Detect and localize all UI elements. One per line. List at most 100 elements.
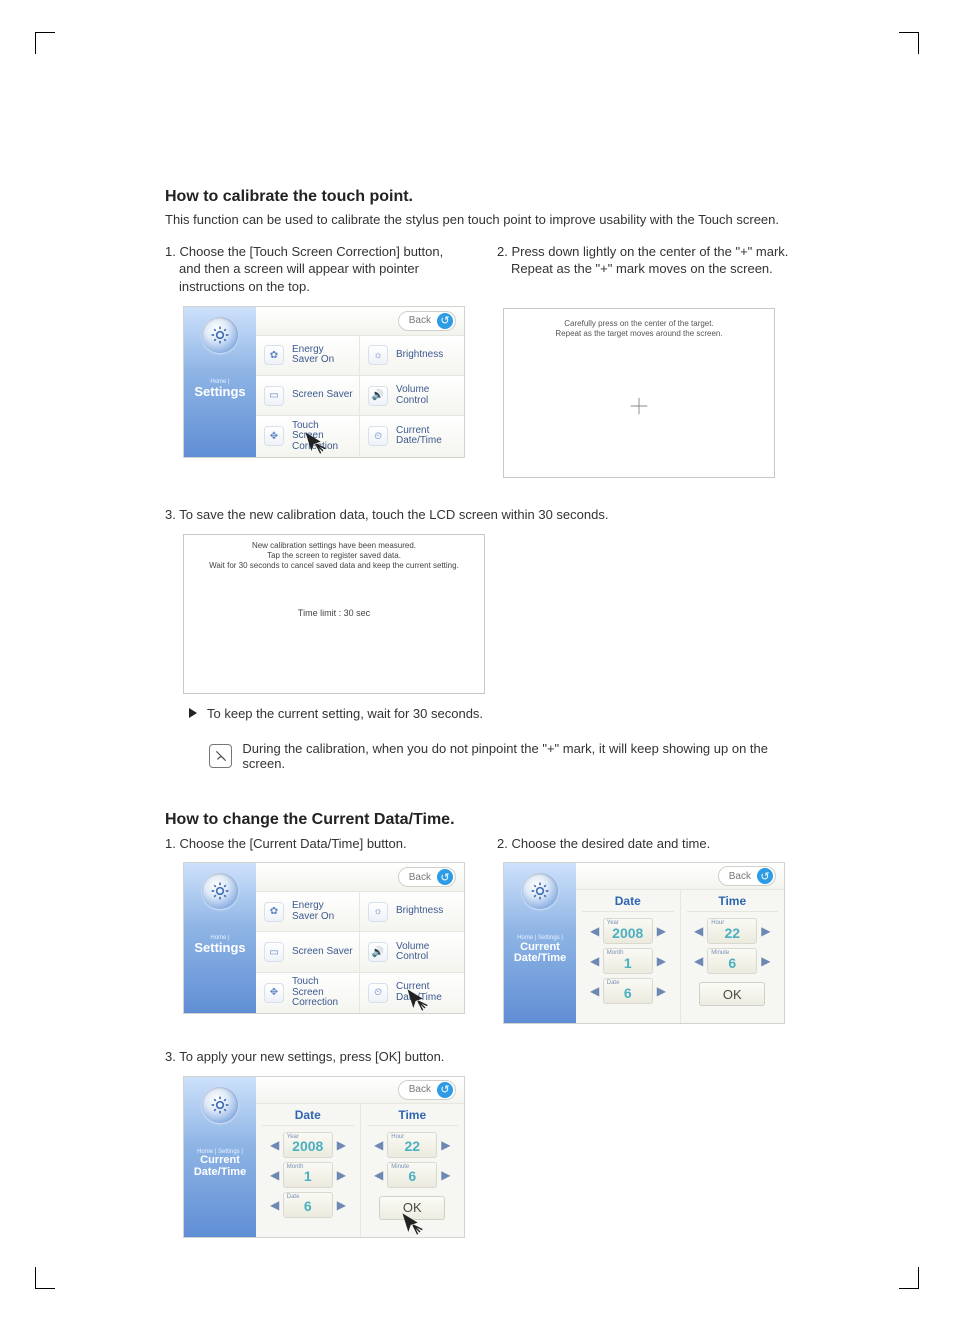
field-value: 6 xyxy=(728,956,736,970)
gear-icon xyxy=(202,873,238,909)
back-button[interactable]: Back ↺ xyxy=(718,866,776,886)
chevron-left-icon[interactable]: ▶ xyxy=(270,1138,279,1152)
date-spinner: ▶ Date6 ▶ xyxy=(270,1192,346,1218)
time-limit: Time limit : 30 sec xyxy=(298,608,370,618)
panel-topbar: Back ↺ xyxy=(256,307,464,336)
panel-sidebar: Home | Settings | Current Date/Time xyxy=(504,863,576,1024)
sidebar-labels: Home | Settings xyxy=(194,935,245,955)
tile-screen-saver[interactable]: ▭ Screen Saver xyxy=(256,932,360,972)
date-field[interactable]: Date6 xyxy=(603,978,653,1004)
tile-volume[interactable]: 🔊 VolumeControl xyxy=(360,376,464,416)
sidebar-labels: Home | Settings | Current Date/Time xyxy=(194,1149,246,1179)
step-text: 3. To apply your new settings, press [OK… xyxy=(165,1048,799,1066)
chevron-left-icon[interactable]: ▶ xyxy=(374,1138,383,1152)
hour-field[interactable]: Hour22 xyxy=(387,1132,437,1158)
panel-sidebar: Home | Settings xyxy=(184,307,256,458)
chevron-right-icon[interactable]: ▶ xyxy=(441,1168,450,1182)
year-spinner: ▶ Year2008 ▶ xyxy=(590,918,666,944)
chevron-right-icon[interactable]: ▶ xyxy=(337,1198,346,1212)
tile-label: Brightness xyxy=(396,349,443,360)
chevron-left-icon[interactable]: ▶ xyxy=(590,984,599,998)
sidebar-title: Date/Time xyxy=(514,953,566,965)
minute-spinner: ▶ Minute6 ▶ xyxy=(694,948,770,974)
tile-date-time[interactable]: ⏲ CurrentDate/Time xyxy=(360,973,464,1013)
hour-field[interactable]: Hour22 xyxy=(707,918,757,944)
tile-label: Touch Screen xyxy=(292,420,324,442)
info-note: During the calibration, when you do not … xyxy=(165,741,799,771)
step-text: 1. Choose the [Touch Screen Correction] … xyxy=(165,243,467,296)
date-heading: Date xyxy=(262,1108,354,1126)
chevron-right-icon[interactable]: ▶ xyxy=(657,924,666,938)
year-field[interactable]: Year2008 xyxy=(283,1132,333,1158)
tile-brightness[interactable]: ☼ Brightness xyxy=(360,336,464,376)
tile-touch-correction[interactable]: ✥ Touch ScreenCorrection xyxy=(256,973,360,1013)
step-col-1: 1. Choose the [Touch Screen Correction] … xyxy=(165,243,467,478)
chevron-right-icon[interactable]: ▶ xyxy=(657,954,666,968)
chevron-left-icon[interactable]: ▶ xyxy=(270,1168,279,1182)
minute-field[interactable]: Minute6 xyxy=(707,948,757,974)
chevron-left-icon[interactable]: ▶ xyxy=(374,1168,383,1182)
tile-screen-saver[interactable]: ▭ Screen Saver xyxy=(256,376,360,416)
panel-topbar: Back ↺ xyxy=(256,863,464,892)
save-line: New calibration settings have been measu… xyxy=(209,541,459,551)
field-label: Minute xyxy=(711,950,729,956)
calib-line: Repeat as the target moves around the sc… xyxy=(555,329,722,339)
datetime-columns: Date ▶ Year2008 ▶ ▶ Month1 ▶ ▶ xyxy=(256,1104,464,1237)
chevron-left-icon[interactable]: ▶ xyxy=(270,1198,279,1212)
field-value: 22 xyxy=(724,926,740,940)
month-field[interactable]: Month1 xyxy=(603,948,653,974)
chevron-right-icon[interactable]: ▶ xyxy=(761,924,770,938)
chevron-right-icon[interactable]: ▶ xyxy=(441,1138,450,1152)
ok-button[interactable]: OK xyxy=(379,1196,445,1220)
panel-topbar: Back ↺ xyxy=(256,1077,464,1104)
back-button[interactable]: Back ↺ xyxy=(398,867,456,887)
tile-date-time[interactable]: ⏲ CurrentDate/Time xyxy=(360,416,464,456)
tile-label: Current xyxy=(396,425,429,436)
date-field[interactable]: Date6 xyxy=(283,1192,333,1218)
tile-label: Screen Saver xyxy=(292,389,353,400)
note-text: To keep the current setting, wait for 30… xyxy=(207,706,483,721)
ok-button[interactable]: OK xyxy=(699,982,765,1006)
time-column: Time ▶ Hour22 ▶ ▶ Minute6 ▶ OK xyxy=(360,1104,465,1237)
date-column: Date ▶ Year2008 ▶ ▶ Month1 ▶ ▶ xyxy=(256,1104,360,1237)
step-row-2: 1. Choose the [Current Data/Time] button… xyxy=(165,835,799,1025)
leaf-icon: ✿ xyxy=(264,902,284,922)
chevron-right-icon[interactable]: ▶ xyxy=(761,954,770,968)
tile-brightness[interactable]: ☼ Brightness xyxy=(360,892,464,932)
chevron-left-icon[interactable]: ▶ xyxy=(590,924,599,938)
tile-volume[interactable]: 🔊 VolumeControl xyxy=(360,932,464,972)
sidebar-title: Date/Time xyxy=(194,1167,246,1179)
tile-label: Saver On xyxy=(292,355,334,366)
panel-body: Back ↺ Date ▶ Year2008 ▶ ▶ xyxy=(256,1077,464,1237)
back-button[interactable]: Back ↺ xyxy=(398,1080,456,1100)
tile-energy-saver[interactable]: ✿ EnergySaver On xyxy=(256,336,360,376)
tile-label: Volume xyxy=(396,384,429,395)
date-spinner: ▶ Date6 ▶ xyxy=(590,978,666,1004)
panel-topbar: Back ↺ xyxy=(576,863,784,890)
step-col-2: 2. Press down lightly on the center of t… xyxy=(497,243,799,478)
month-field[interactable]: Month1 xyxy=(283,1162,333,1188)
chevron-right-icon[interactable]: ▶ xyxy=(337,1138,346,1152)
time-heading: Time xyxy=(367,1108,459,1126)
chevron-right-icon[interactable]: ▶ xyxy=(657,984,666,998)
year-field[interactable]: Year2008 xyxy=(603,918,653,944)
back-label: Back xyxy=(409,1084,431,1095)
time-heading: Time xyxy=(687,894,779,912)
field-value: 1 xyxy=(304,1169,312,1183)
time-column: Time ▶ Hour22 ▶ ▶ Minute6 ▶ xyxy=(680,890,785,1023)
minute-field[interactable]: Minute6 xyxy=(387,1162,437,1188)
back-button[interactable]: Back ↺ xyxy=(398,311,456,331)
tile-label: Control xyxy=(396,952,429,963)
settings-grid: ✿ EnergySaver On ☼ Brightness ▭ Screen S… xyxy=(256,336,464,457)
tile-touch-correction[interactable]: ✥ Touch ScreenCorrection xyxy=(256,416,360,456)
chevron-left-icon[interactable]: ▶ xyxy=(590,954,599,968)
chevron-right-icon[interactable]: ▶ xyxy=(337,1168,346,1182)
tile-energy-saver[interactable]: ✿ EnergySaver On xyxy=(256,892,360,932)
field-value: 6 xyxy=(408,1169,416,1183)
month-spinner: ▶ Month1 ▶ xyxy=(270,1162,346,1188)
tile-label: Energy xyxy=(292,900,324,911)
chevron-left-icon[interactable]: ▶ xyxy=(694,924,703,938)
step-text: 2. Press down lightly on the center of t… xyxy=(497,243,799,278)
chevron-left-icon[interactable]: ▶ xyxy=(694,954,703,968)
tile-label: Control xyxy=(396,396,429,407)
